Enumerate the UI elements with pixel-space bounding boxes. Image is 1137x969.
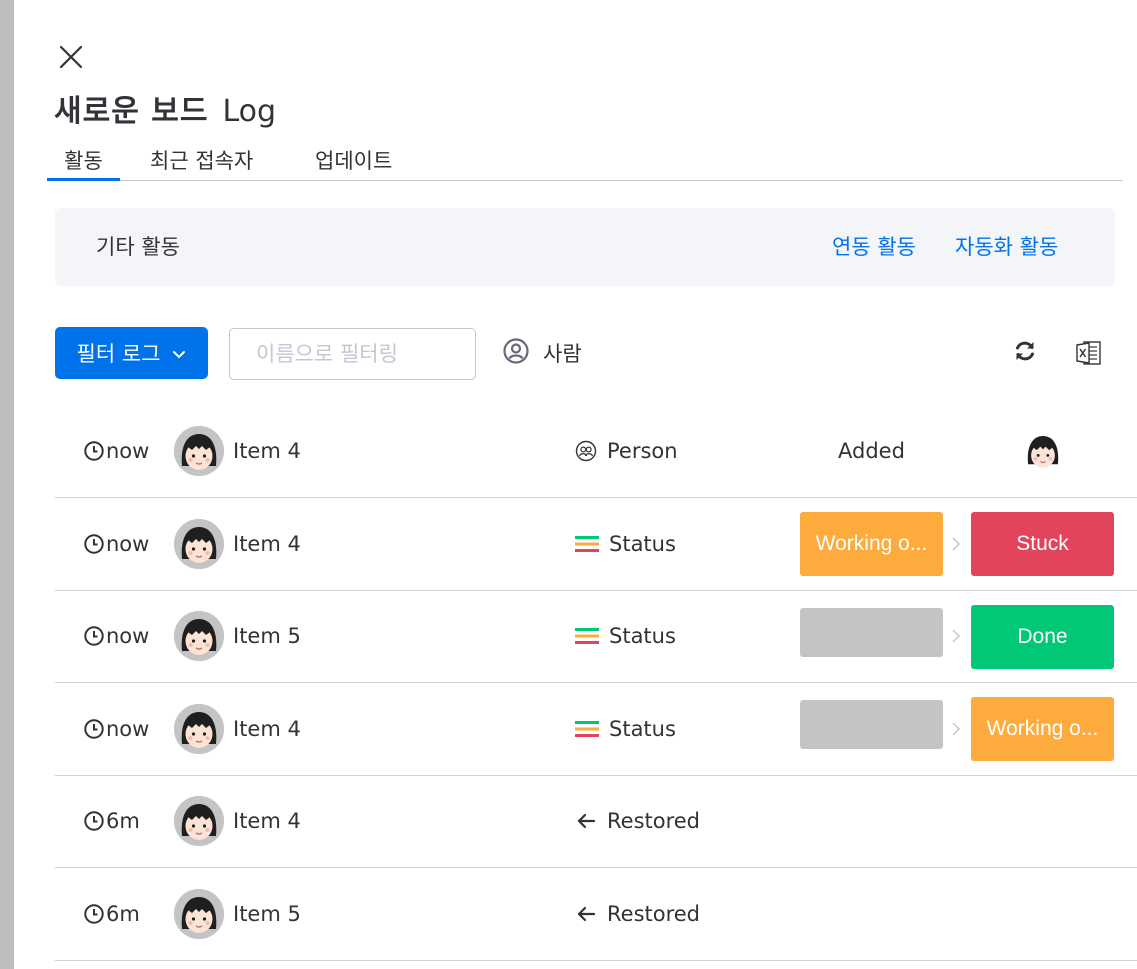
log-item-name[interactable]: Item 4: [233, 776, 301, 868]
excel-icon: [1076, 341, 1101, 365]
tab-recent-visitors[interactable]: 최근 접속자: [150, 140, 253, 181]
log-row: now Item 5 Status Done: [55, 591, 1137, 683]
clock-icon: [83, 625, 105, 647]
log-column: Restored: [575, 868, 700, 960]
log-row: 6m Item 4 Restored: [55, 776, 1137, 868]
new-status-chip: Done: [971, 604, 1114, 669]
log-time: now: [83, 591, 149, 683]
log-time-label: now: [106, 716, 150, 741]
panel-title: 새로운 보드 Log: [54, 86, 276, 130]
board-log-panel: 새로운 보드 Log 활동 최근 접속자 업데이트 기타 활동 연동 활동 자동…: [14, 0, 1137, 969]
log-column: Status: [575, 498, 676, 590]
log-row: 6m Item 5 Restored: [55, 868, 1137, 961]
log-column-label: Status: [609, 531, 676, 556]
clock-icon: [83, 718, 105, 740]
tab-updates[interactable]: 업데이트: [315, 140, 392, 181]
tab-bar: 활동 최근 접속자 업데이트: [47, 140, 1123, 181]
refresh-button[interactable]: [1011, 337, 1039, 365]
log-time: now: [83, 405, 149, 497]
log-time: 6m: [83, 868, 140, 960]
chevron-right-icon: [948, 720, 964, 738]
log-column-label: Status: [609, 716, 676, 741]
log-column: Person: [575, 405, 678, 497]
log-item-name[interactable]: Item 4: [233, 683, 301, 775]
log-item-name[interactable]: Item 5: [233, 591, 301, 683]
filter-log-label: 필터 로그: [76, 342, 161, 366]
log-time-label: 6m: [106, 809, 140, 834]
refresh-icon: [1016, 341, 1034, 361]
log-label: Log: [222, 94, 277, 129]
log-column-label: Restored: [607, 809, 701, 834]
log-row: now Item 4 Person Added: [55, 405, 1137, 498]
status-column-icon: [575, 535, 599, 553]
clock-icon: [83, 810, 105, 832]
old-status-chip: [800, 607, 943, 657]
old-status-chip: [800, 700, 943, 749]
close-button[interactable]: [56, 42, 86, 72]
log-action: Added: [838, 439, 905, 463]
name-filter-input[interactable]: [229, 328, 476, 380]
activity-log-list: now Item 4 Person Added now Item 4 Statu…: [55, 405, 1137, 961]
integration-activity-link[interactable]: 연동 활동: [832, 231, 916, 261]
person-filter-button[interactable]: 사람: [502, 337, 582, 369]
log-column: Restored: [575, 776, 700, 868]
log-time: now: [83, 498, 149, 590]
added-person-avatar[interactable]: [1021, 429, 1065, 473]
avatar[interactable]: [174, 888, 224, 939]
avatar[interactable]: [174, 426, 224, 476]
close-icon: [59, 45, 83, 69]
old-status-chip: Working o...: [800, 512, 943, 576]
status-column-icon: [575, 627, 599, 645]
arrow-left-icon: [575, 903, 597, 925]
chevron-down-icon: [172, 341, 186, 365]
clock-icon: [83, 440, 105, 462]
log-column: Status: [575, 683, 676, 775]
log-column-label: Person: [607, 439, 678, 463]
log-column-label: Restored: [607, 901, 701, 926]
filter-log-button[interactable]: 필터 로그: [55, 327, 208, 379]
log-time: 6m: [83, 776, 140, 868]
automation-activity-link[interactable]: 자동화 활동: [955, 231, 1058, 261]
arrow-left-icon: [575, 810, 597, 832]
log-row: now Item 4 Status Working o... Stuck: [55, 498, 1137, 591]
person-filter-label: 사람: [543, 342, 582, 366]
log-time-label: now: [106, 439, 150, 463]
new-status-chip: Stuck: [971, 512, 1114, 576]
person-column-icon: [575, 440, 597, 462]
export-excel-button[interactable]: [1074, 338, 1104, 368]
chevron-right-icon: [948, 627, 964, 645]
log-column: Status: [575, 591, 676, 683]
log-item-name[interactable]: Item 5: [233, 868, 301, 960]
avatar[interactable]: [174, 518, 224, 569]
page-backdrop: [0, 0, 14, 969]
log-time-label: now: [106, 624, 150, 649]
log-time: now: [83, 683, 149, 775]
chevron-right-icon: [948, 535, 964, 553]
board-name: 새로운 보드: [54, 94, 209, 129]
log-time-label: 6m: [106, 901, 140, 926]
log-row: now Item 4 Status Working o...: [55, 683, 1137, 776]
log-item-name[interactable]: Item 4: [233, 498, 301, 590]
other-activity-label: 기타 활동: [96, 235, 180, 259]
clock-icon: [83, 533, 105, 555]
activity-type-bar: 기타 활동 연동 활동 자동화 활동: [55, 208, 1115, 286]
person-circle-icon: [502, 337, 530, 369]
avatar[interactable]: [174, 611, 224, 662]
log-item-name[interactable]: Item 4: [233, 405, 301, 497]
log-time-label: now: [106, 531, 150, 556]
status-column-icon: [575, 720, 599, 738]
log-column-label: Status: [609, 624, 676, 649]
avatar[interactable]: [174, 703, 224, 754]
new-status-chip: Working o...: [971, 697, 1114, 761]
avatar[interactable]: [174, 796, 224, 847]
tab-activity[interactable]: 활동: [47, 140, 120, 181]
clock-icon: [83, 903, 105, 925]
